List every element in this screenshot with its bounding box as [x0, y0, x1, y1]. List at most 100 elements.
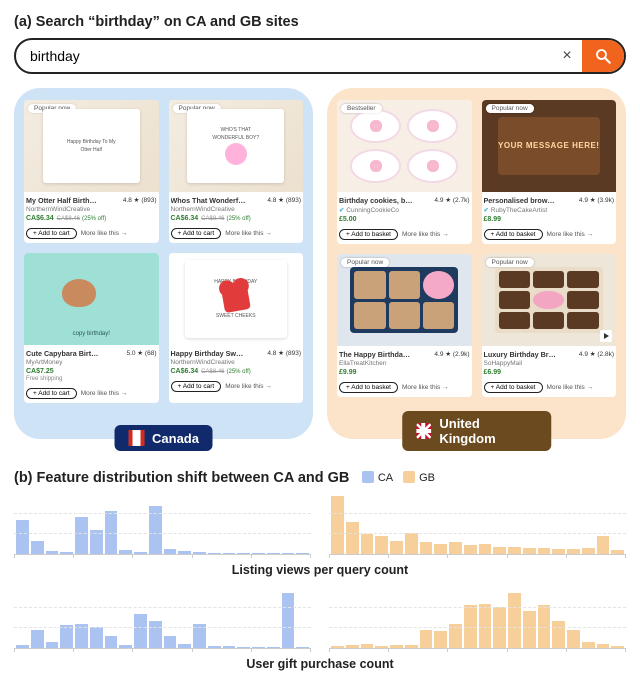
- country-chip-gb-label: United Kingdom: [439, 416, 537, 446]
- more-like-this-link[interactable]: More like this →: [547, 384, 594, 391]
- chart-bar: [149, 621, 162, 648]
- listing-price: CA$6.34: [26, 215, 54, 222]
- listing-rating: 4.8 ★ (893): [123, 196, 157, 205]
- chart-bar: [449, 624, 462, 648]
- listing-price: £5.00: [339, 216, 357, 223]
- clear-icon[interactable]: ×: [552, 40, 582, 72]
- add-to-basket-button[interactable]: + Add to basket: [339, 229, 398, 240]
- more-like-this-link[interactable]: More like this →: [225, 383, 272, 390]
- chart-bar: [361, 534, 374, 554]
- chart-bar: [16, 520, 29, 554]
- chart-bar: [405, 533, 418, 554]
- add-to-cart-button[interactable]: + Add to cart: [171, 228, 222, 239]
- chart-bar: [60, 625, 73, 648]
- chart-gift-purchase-gb: [329, 587, 626, 649]
- legend-swatch-gb: [403, 471, 415, 483]
- play-icon[interactable]: [600, 330, 612, 342]
- listing-thumbnail[interactable]: Popular nowPopular now: [482, 254, 617, 346]
- listing-card[interactable]: Popular nowHappy Birthday To MyOtter Hal…: [24, 100, 159, 243]
- listing-rating: 4.8 ★ (893): [267, 349, 301, 358]
- listing-card[interactable]: Popular nowWHO'S THATWONDERFUL BOY? Whos …: [169, 100, 304, 243]
- chart-bar: [420, 542, 433, 554]
- country-chip-gb: United Kingdom: [402, 411, 552, 451]
- listing-thumbnail[interactable]: Popular nowWHO'S THATWONDERFUL BOY?: [169, 100, 304, 192]
- chart-caption-2: User gift purchase count: [12, 657, 628, 671]
- more-like-this-link[interactable]: More like this →: [81, 230, 128, 237]
- listing-seller: NorthernWindCreative: [171, 206, 302, 213]
- add-to-cart-button[interactable]: + Add to cart: [171, 381, 222, 392]
- add-to-cart-button[interactable]: + Add to cart: [26, 388, 77, 399]
- listing-seller: MyArtMoney: [26, 359, 157, 366]
- chart-bar: [31, 541, 44, 554]
- section-a-title: (a) Search “birthday” on CA and GB sites: [14, 14, 628, 30]
- legend-swatch-ca: [362, 471, 374, 483]
- listing-seller: NorthernWindCreative: [26, 206, 157, 213]
- more-like-this-link[interactable]: More like this →: [402, 231, 449, 238]
- listing-rating: 4.8 ★ (893): [267, 196, 301, 205]
- listing-card[interactable]: Popular nowPopular nowLuxury Birthday Br…: [482, 254, 617, 397]
- chart-bar: [523, 611, 536, 648]
- listing-thumbnail[interactable]: HAPPY BIRTHDAYSWEET CHEEKS: [169, 253, 304, 345]
- search-button[interactable]: [582, 40, 624, 72]
- listing-seller: EllaTreatKitchen: [339, 360, 470, 367]
- results-grid-ca: Popular nowHappy Birthday To MyOtter Hal…: [24, 100, 303, 403]
- listing-thumbnail[interactable]: BestsellerBestseller: [337, 100, 472, 192]
- chart-bar: [375, 536, 388, 554]
- more-like-this-link[interactable]: More like this →: [547, 231, 594, 238]
- chart-bar: [282, 593, 295, 648]
- listing-title: Birthday cookies, birthday biscu...: [339, 196, 414, 205]
- chart-bar: [75, 624, 88, 648]
- listing-thumbnail[interactable]: Popular nowYOUR MESSAGE HERE!Popular now: [482, 100, 617, 192]
- listing-title: Whos That Wonderful Boy Nanal...: [171, 196, 246, 205]
- listing-rating: 4.9 ★ (2.9k): [434, 350, 469, 359]
- chart-gift-purchase-ca: [14, 587, 311, 649]
- chart-bar: [479, 604, 492, 648]
- search-bar: ×: [14, 38, 626, 74]
- country-chip-ca-label: Canada: [152, 431, 199, 446]
- listing-rating: 5.0 ★ (68): [126, 349, 156, 358]
- add-to-cart-button[interactable]: + Add to cart: [26, 228, 77, 239]
- listing-rating: 4.9 ★ (2.7k): [434, 196, 469, 205]
- chart-bar: [552, 621, 565, 648]
- chart-bar: [193, 624, 206, 648]
- section-b-title: (b) Feature distribution shift between C…: [14, 470, 349, 486]
- more-like-this-link[interactable]: More like this →: [225, 230, 272, 237]
- chart-bar: [105, 511, 118, 554]
- add-to-basket-button[interactable]: + Add to basket: [484, 382, 543, 393]
- legend: CA GB: [362, 471, 435, 484]
- chart-bar: [493, 547, 506, 554]
- add-to-basket-button[interactable]: + Add to basket: [339, 382, 398, 393]
- chart-listing-views-ca: [14, 493, 311, 555]
- add-to-basket-button[interactable]: + Add to basket: [484, 229, 543, 240]
- chart-listing-views-gb: [329, 493, 626, 555]
- more-like-this-link[interactable]: More like this →: [81, 390, 128, 397]
- listing-price: £9.99: [339, 369, 357, 376]
- listing-card[interactable]: BestsellerBestseller Birthday cookies, bi…: [337, 100, 472, 244]
- listing-card[interactable]: Popular nowYOUR MESSAGE HERE!Popular now…: [482, 100, 617, 244]
- chart-bar: [149, 506, 162, 554]
- listing-price: CA$6.34: [171, 368, 199, 375]
- chart-bar: [390, 541, 403, 554]
- chart-bar: [420, 630, 433, 648]
- listing-seller: SoHappyMail: [484, 360, 615, 367]
- search-input[interactable]: [16, 40, 552, 72]
- listing-title: Cute Capybara Birthday Greetin...: [26, 349, 101, 358]
- listing-card[interactable]: Popular nowPopular now The Happy Birthday…: [337, 254, 472, 397]
- more-like-this-link[interactable]: More like this →: [402, 384, 449, 391]
- country-panels: Popular nowHappy Birthday To MyOtter Hal…: [14, 88, 626, 439]
- chart-bar: [434, 544, 447, 554]
- listing-seller: ✔ CunningCookieCo: [339, 206, 470, 214]
- listing-card[interactable]: HAPPY BIRTHDAYSWEET CHEEKSHappy Birthday…: [169, 253, 304, 403]
- listing-thumbnail[interactable]: Popular nowPopular now: [337, 254, 472, 346]
- panel-gb: BestsellerBestseller Birthday cookies, bi…: [327, 88, 626, 439]
- chart-bar: [538, 605, 551, 648]
- listing-price: CA$6.34: [171, 215, 199, 222]
- verified-icon: ✔: [339, 207, 346, 214]
- listing-title: The Happy Birthday Box: [339, 350, 414, 359]
- listing-thumbnail[interactable]: copy birthday!: [24, 253, 159, 345]
- chart-bar: [449, 542, 462, 554]
- chart-bar: [105, 636, 118, 648]
- listing-card[interactable]: copy birthday! Cute Capybara Birthday Gre…: [24, 253, 159, 403]
- listing-thumbnail[interactable]: Popular nowHappy Birthday To MyOtter Hal…: [24, 100, 159, 192]
- results-grid-gb: BestsellerBestseller Birthday cookies, bi…: [337, 100, 616, 397]
